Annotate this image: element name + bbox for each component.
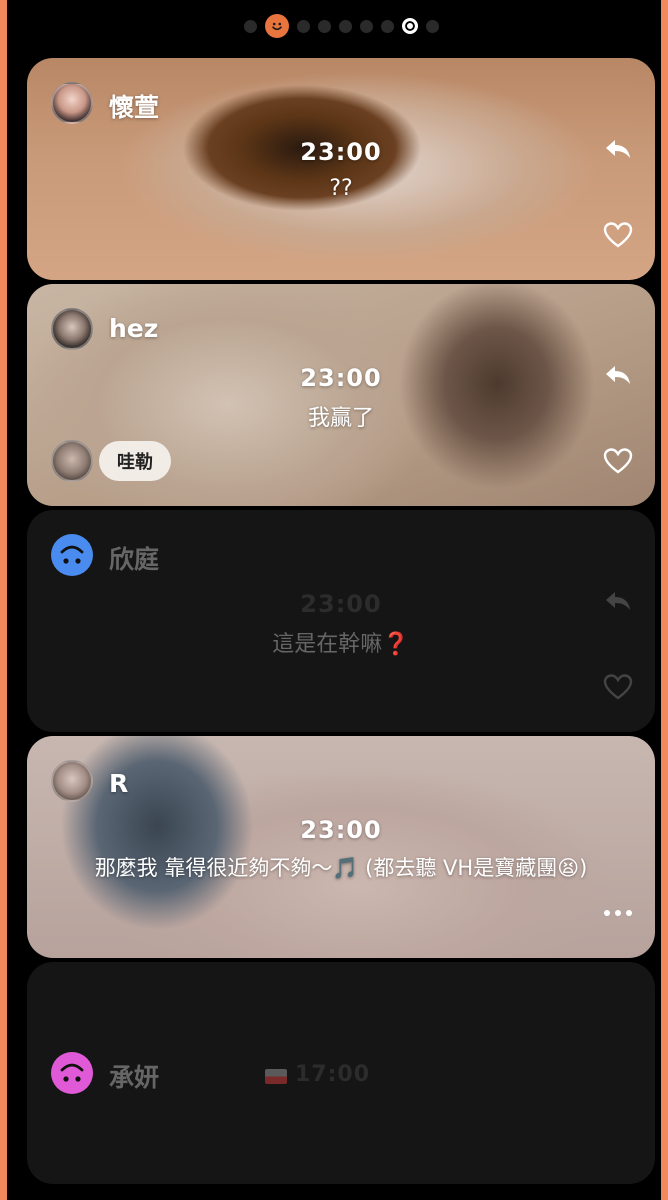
reaction-avatar[interactable] [51, 440, 93, 482]
more-options-icon[interactable] [601, 896, 635, 930]
page-dot[interactable] [338, 19, 352, 33]
page-dot[interactable] [296, 19, 310, 33]
post-author[interactable]: 懷萱 [109, 88, 159, 124]
avatar-upside-down-smiley-icon[interactable] [51, 534, 93, 576]
post-message: 這是在幹嘛❓ [272, 632, 410, 657]
smiley-page-icon[interactable] [264, 14, 289, 38]
page-dot[interactable] [243, 19, 257, 33]
avatar[interactable] [51, 760, 93, 802]
page-dot[interactable] [380, 19, 394, 33]
post-time: 23:00 [300, 364, 382, 392]
post-card[interactable]: 欣庭 23:00 這是在幹嘛❓ [27, 510, 655, 732]
page-indicator [7, 14, 668, 38]
reply-icon[interactable] [601, 358, 635, 392]
page-dot[interactable] [317, 19, 331, 33]
reaction-chip[interactable]: 哇勒 [99, 441, 171, 481]
flag-icon [265, 1069, 287, 1084]
post-card[interactable]: R 23:00 那麼我 靠得很近夠不夠～🎵 (都去聽 VH是寶藏團😫) [27, 736, 655, 958]
reply-icon[interactable] [601, 584, 635, 618]
avatar-upside-down-smiley-icon[interactable] [51, 1052, 93, 1094]
post-time: 23:00 [300, 590, 382, 618]
page-dot[interactable] [425, 19, 439, 33]
post-card[interactable]: 承妍 17:00 [27, 962, 655, 1184]
heart-icon[interactable] [601, 218, 635, 252]
post-time-group: 17:00 [265, 1062, 370, 1087]
avatar[interactable] [51, 308, 93, 350]
post-author[interactable]: R [109, 769, 128, 798]
post-time: 23:00 [300, 138, 382, 166]
post-author[interactable]: hez [109, 314, 158, 343]
heart-icon[interactable] [601, 444, 635, 478]
post-message: 那麼我 靠得很近夠不夠～🎵 (都去聽 VH是寶藏團😫) [94, 856, 588, 880]
post-card[interactable]: hez 23:00 我贏了 哇勒 [27, 284, 655, 506]
post-message: ?? [329, 176, 353, 201]
avatar[interactable] [51, 82, 93, 124]
page-dot[interactable] [359, 19, 373, 33]
post-card[interactable]: 懷萱 23:00 ?? [27, 58, 655, 280]
app-frame: 懷萱 23:00 ?? hez 23:00 我贏了 哇勒 欣庭 23:00 這是… [0, 0, 668, 1200]
reply-icon[interactable] [601, 132, 635, 166]
page-dot-active[interactable] [401, 18, 418, 34]
post-message: 我贏了 [307, 406, 374, 431]
post-time: 23:00 [300, 816, 382, 844]
post-time: 17:00 [295, 1062, 371, 1087]
heart-icon[interactable] [601, 670, 635, 704]
post-author[interactable]: 欣庭 [109, 540, 159, 576]
post-author[interactable]: 承妍 [109, 1058, 159, 1094]
